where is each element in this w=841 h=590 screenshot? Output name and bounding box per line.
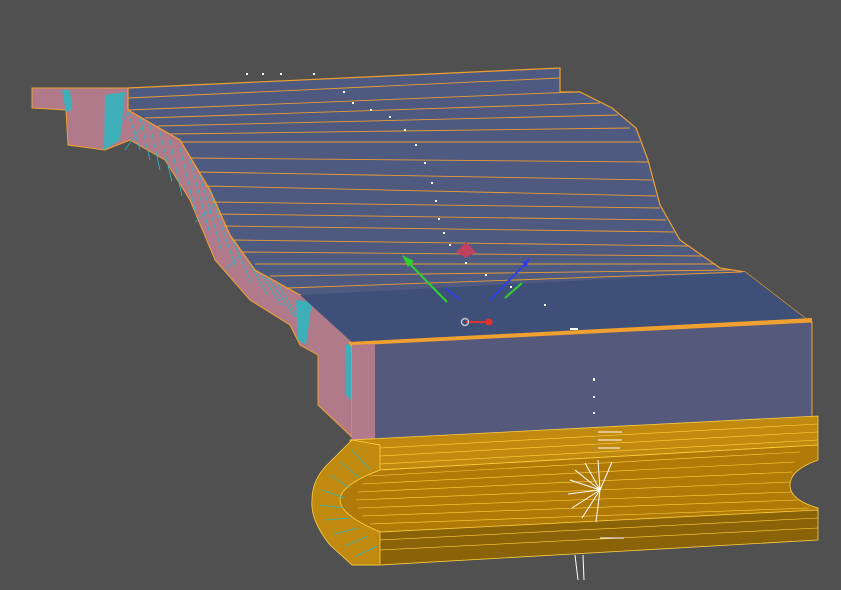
3d-viewport[interactable] [0,0,841,590]
top-curved-surface[interactable] [127,67,812,348]
viewport-canvas[interactable] [0,0,841,590]
bead-molding[interactable] [311,415,819,581]
